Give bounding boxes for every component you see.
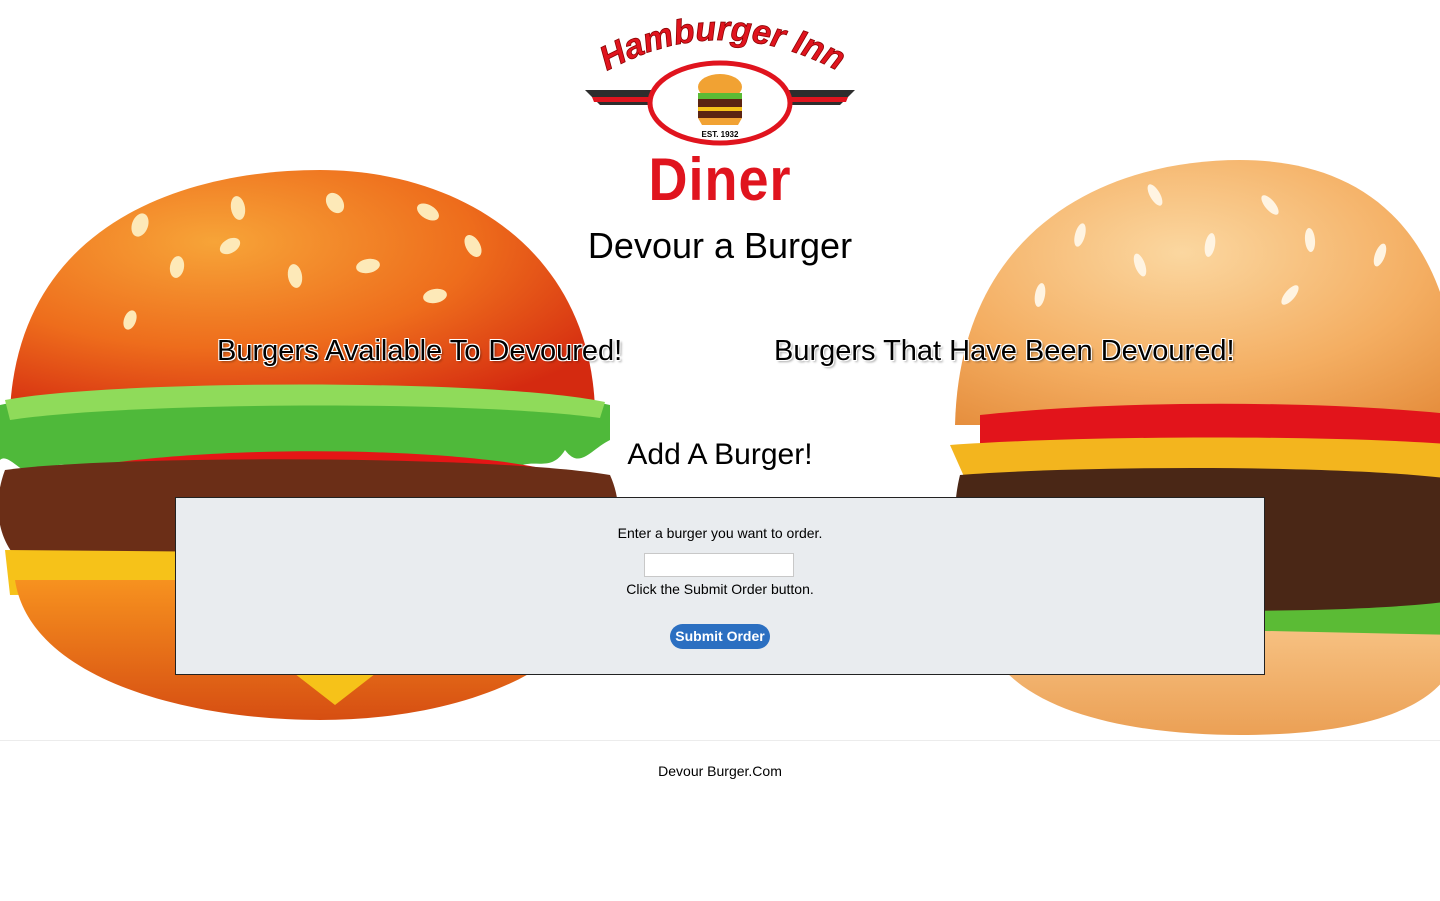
devoured-burgers-heading: Burgers That Have Been Devoured! xyxy=(774,335,1235,367)
page-footer: Devour Burger.Com xyxy=(0,740,1440,901)
logo-diner-text: Diner xyxy=(648,146,792,214)
footer-text: Devour Burger.Com xyxy=(658,763,782,779)
logo-arched-text-icon: Hamburger Inn EST. 1932 xyxy=(593,15,852,146)
burger-name-input[interactable] xyxy=(644,553,794,577)
available-burgers-heading: Burgers Available To Devoured! xyxy=(217,335,623,367)
submit-instruction-label: Click the Submit Order button. xyxy=(626,581,814,597)
submit-order-button[interactable]: Submit Order xyxy=(670,624,770,649)
burger-prompt-label: Enter a burger you want to order. xyxy=(617,525,823,541)
add-burger-heading: Add A Burger! xyxy=(627,438,813,471)
add-burger-form: Enter a burger you want to order. Click … xyxy=(175,497,1265,675)
logo-badge-text: EST. 1932 xyxy=(702,130,739,139)
hamburger-inn-diner-logo: Hamburger Inn EST. 1932 Diner xyxy=(580,15,860,210)
page-title: Devour a Burger xyxy=(587,225,853,266)
